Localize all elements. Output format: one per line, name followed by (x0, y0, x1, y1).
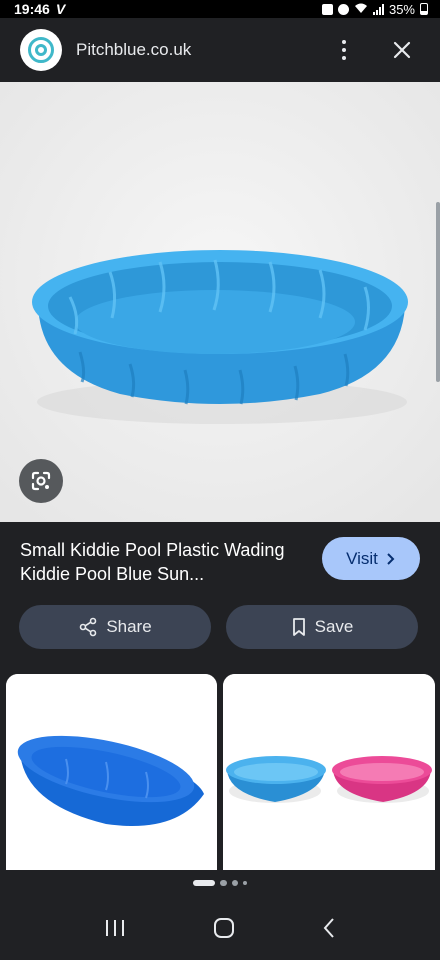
wifi-icon (354, 2, 368, 17)
visit-label: Visit (346, 548, 378, 568)
kiddie-pool-image (0, 82, 440, 522)
visit-button[interactable]: Visit (322, 537, 420, 580)
share-button[interactable]: Share (19, 605, 211, 649)
battery-icon (420, 3, 428, 15)
chevron-right-icon (387, 552, 395, 565)
back-button[interactable] (322, 917, 336, 944)
alarm-icon (337, 3, 349, 15)
status-bar: 19:46 V 35% (0, 0, 440, 18)
bookmark-icon (292, 618, 305, 636)
top-bar: Pitchblue.co.uk (0, 18, 440, 82)
site-logo-icon[interactable] (20, 29, 62, 71)
more-vert-icon (342, 40, 346, 60)
home-icon (213, 917, 234, 938)
related-image-card[interactable] (223, 674, 435, 870)
battery-percent: 35% (388, 1, 415, 17)
signal-icon (372, 3, 384, 15)
product-title[interactable]: Small Kiddie Pool Plastic Wading Kiddie … (20, 538, 310, 586)
google-lens-button[interactable] (19, 459, 63, 503)
close-icon (393, 41, 411, 59)
status-right: 35% (321, 1, 428, 17)
share-label: Share (106, 617, 152, 636)
home-button[interactable] (213, 917, 235, 944)
recents-icon (105, 919, 124, 936)
lens-icon (31, 471, 51, 491)
status-left: 19:46 V (14, 1, 65, 17)
close-button[interactable] (382, 30, 422, 70)
blue-pool-thumbnail (6, 674, 217, 870)
save-label: Save (314, 617, 354, 636)
product-image[interactable] (0, 82, 440, 522)
save-button[interactable]: Save (226, 605, 418, 649)
more-options-button[interactable] (324, 30, 364, 70)
recent-apps-button[interactable] (104, 918, 126, 943)
carrier-icon: V (55, 1, 66, 17)
page-indicator (0, 880, 440, 886)
share-icon (80, 617, 97, 637)
site-name[interactable]: Pitchblue.co.uk (76, 40, 324, 60)
blue-pink-pools-thumbnail (223, 674, 435, 870)
status-time: 19:46 (14, 1, 50, 17)
image-scrollbar[interactable] (436, 202, 440, 382)
notification-icon (321, 3, 333, 15)
back-icon (323, 917, 335, 938)
related-image-card[interactable] (6, 674, 217, 870)
system-nav-bar (0, 900, 440, 960)
